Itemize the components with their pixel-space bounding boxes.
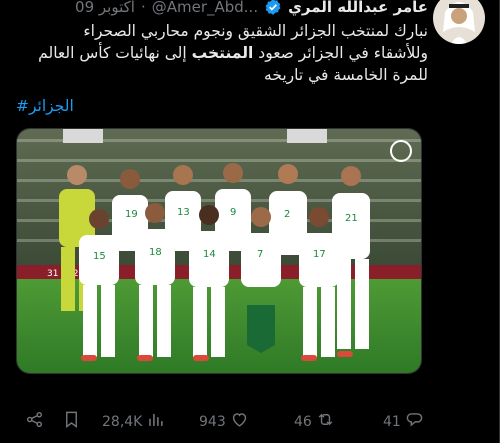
- views-button[interactable]: 28,4K: [102, 410, 165, 433]
- reply-button[interactable]: 41: [383, 410, 424, 433]
- tweet-text-line: نبارك لمنتخب الجزائر الشقيق ونجوم محاربي…: [83, 22, 428, 40]
- tweet-text-segment: إلى نهائيات كأس العالم: [38, 44, 192, 62]
- repost-icon: [316, 410, 335, 433]
- tweet-date[interactable]: 09 أكتوبر: [75, 0, 135, 16]
- svg-text:17: 17: [313, 249, 326, 260]
- tweet-text-segment: وللأشقاء في الجزائر صعود: [253, 44, 428, 62]
- tweet-text-bold: المنتخب: [191, 44, 254, 62]
- bookmark-icon: [62, 410, 81, 433]
- views-count: 28,4K: [102, 413, 143, 430]
- replies-count: 41: [383, 413, 401, 430]
- tweet-media-photo[interactable]: 31 إلى 2026 1913 9221: [16, 128, 422, 374]
- svg-text:14: 14: [203, 249, 216, 260]
- separator-dot: ·: [140, 0, 146, 16]
- hashtag-link[interactable]: #الجزائر: [16, 97, 74, 115]
- svg-text:15: 15: [93, 251, 106, 262]
- repost-button[interactable]: 46: [294, 410, 335, 433]
- bookmark-button[interactable]: [62, 410, 81, 433]
- tweet-actions-bar: 28,4K 943 46 41: [0, 404, 500, 440]
- tweet-text: نبارك لمنتخب الجزائر الشقيق ونجوم محاربي…: [18, 20, 428, 86]
- share-button[interactable]: [25, 410, 44, 433]
- svg-text:13: 13: [177, 207, 190, 218]
- like-button[interactable]: 943: [199, 410, 249, 433]
- like-heart-icon: [230, 410, 249, 433]
- svg-text:19: 19: [125, 209, 138, 220]
- author-handle[interactable]: @Amer_Abd...: [152, 0, 258, 16]
- verified-badge-icon: [264, 0, 282, 16]
- svg-text:7: 7: [257, 249, 263, 260]
- svg-text:18: 18: [149, 247, 162, 258]
- svg-text:9: 9: [230, 207, 236, 218]
- views-chart-icon: [146, 410, 165, 433]
- tweet-header: عامر عبدالله المري @Amer_Abd... · 09 أكت…: [75, 0, 428, 18]
- svg-text:21: 21: [345, 213, 358, 224]
- avatar[interactable]: [433, 0, 485, 44]
- likes-count: 943: [199, 413, 226, 430]
- share-icon: [25, 410, 44, 433]
- svg-text:2: 2: [284, 209, 290, 220]
- tweet-text-line: وللأشقاء في الجزائر صعود المنتخب إلى نها…: [18, 42, 428, 64]
- tweet-text-line: للمرة الخامسة في تاريخه: [264, 66, 428, 84]
- reply-icon: [405, 410, 424, 433]
- reposts-count: 46: [294, 413, 312, 430]
- author-name[interactable]: عامر عبدالله المري: [288, 0, 428, 16]
